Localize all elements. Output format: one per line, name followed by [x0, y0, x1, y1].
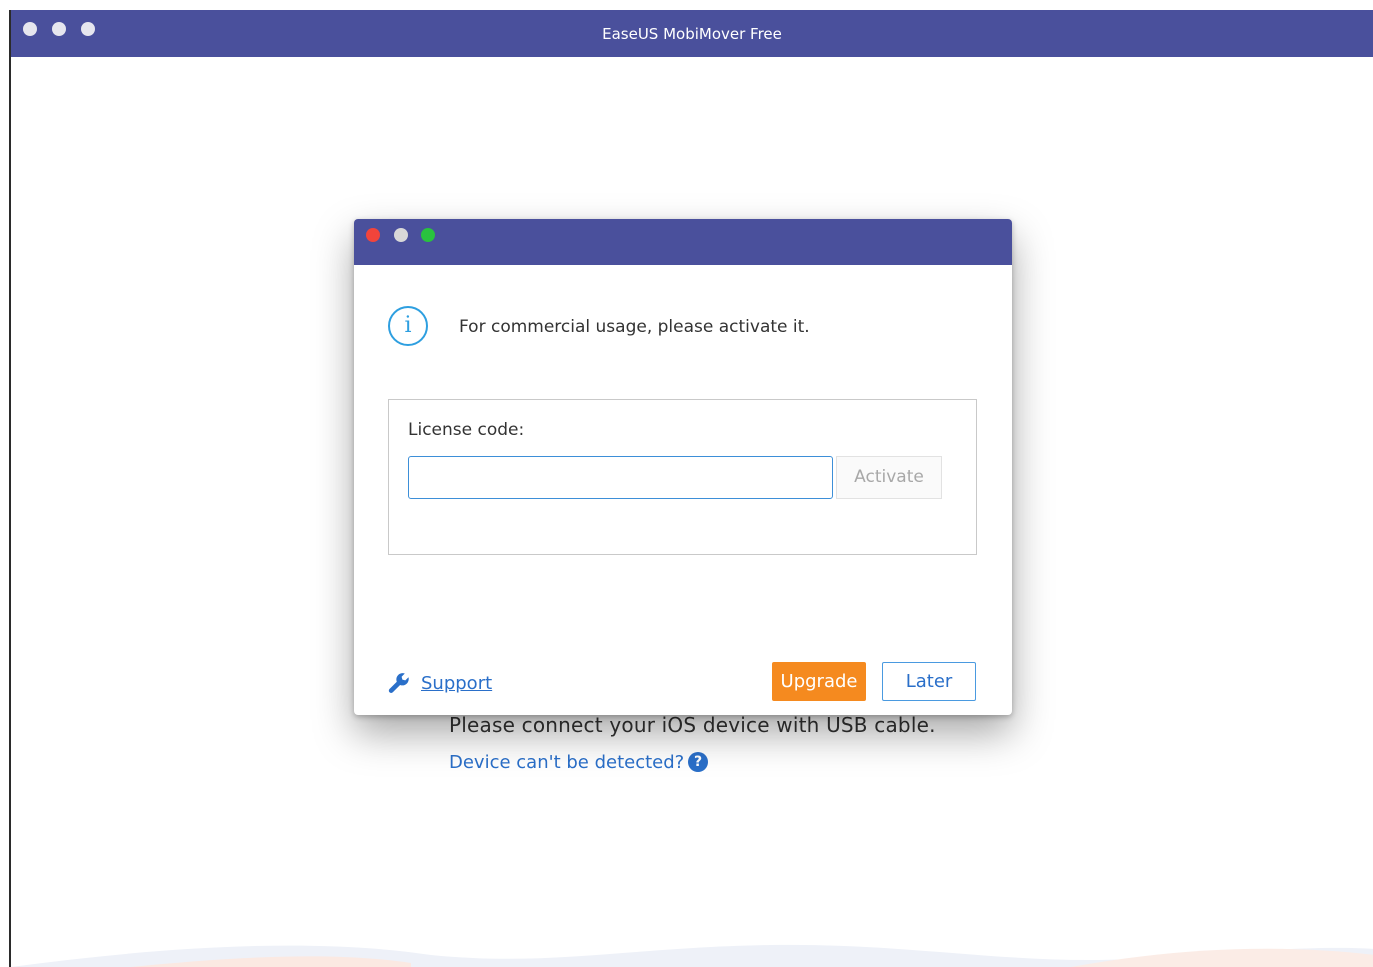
info-circle-icon: i — [388, 306, 428, 346]
dialog-titlebar — [354, 219, 1012, 265]
dialog-zoom-button[interactable] — [421, 228, 435, 242]
dialog-minimize-button[interactable] — [394, 228, 408, 242]
upgrade-button[interactable]: Upgrade — [772, 662, 866, 701]
window-title: EaseUS MobiMover Free — [602, 25, 782, 43]
activation-dialog: i For commercial usage, please activate … — [354, 219, 1012, 715]
info-message: For commercial usage, please activate it… — [459, 317, 810, 337]
support-label: Support — [421, 672, 493, 694]
license-code-input[interactable] — [408, 456, 833, 499]
connect-device-message: Please connect your iOS device with USB … — [449, 713, 936, 737]
device-not-detected-link[interactable]: Device can't be detected? — [449, 752, 684, 773]
wrench-icon — [388, 673, 409, 693]
license-panel: License code: Activate — [388, 399, 977, 555]
main-titlebar: EaseUS MobiMover Free — [11, 10, 1373, 57]
bottom-wave-decoration — [11, 944, 1373, 967]
activate-button[interactable]: Activate — [836, 456, 942, 499]
later-button[interactable]: Later — [882, 662, 976, 701]
license-code-label: License code: — [408, 420, 525, 440]
support-link[interactable]: Support — [387, 671, 492, 695]
dialog-close-button[interactable] — [366, 228, 380, 242]
question-circle-icon[interactable]: ? — [688, 752, 708, 772]
